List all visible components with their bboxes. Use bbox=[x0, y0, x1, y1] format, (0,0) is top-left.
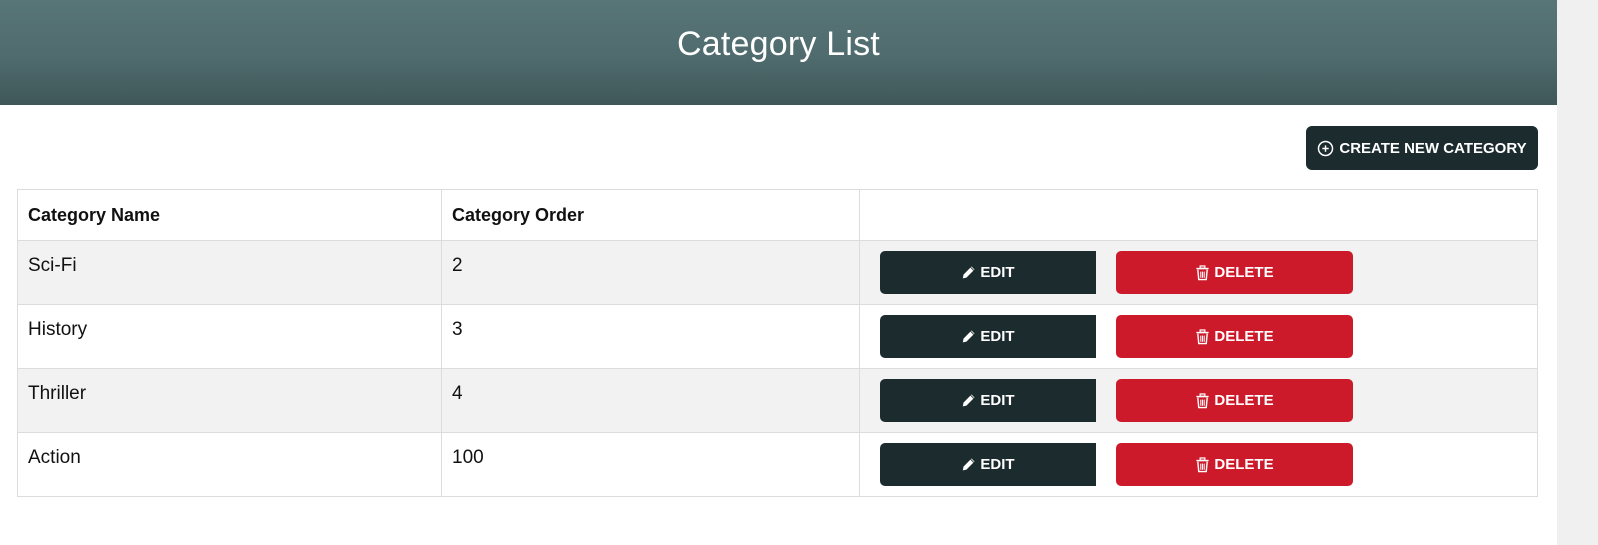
category-table: Category Name Category Order Sci-Fi 2 ED… bbox=[17, 189, 1538, 497]
delete-button-label: DELETE bbox=[1214, 392, 1274, 409]
trash-icon bbox=[1195, 328, 1210, 345]
page-title: Category List bbox=[677, 25, 880, 63]
page: Category List CREATE NEW CATEGORY Catego… bbox=[0, 0, 1557, 545]
table-row: Action 100 EDIT DELETE bbox=[17, 432, 1538, 497]
delete-button[interactable]: DELETE bbox=[1116, 251, 1353, 294]
edit-button-label: EDIT bbox=[980, 264, 1015, 281]
actions-cell: EDIT DELETE bbox=[859, 368, 1538, 433]
category-name-cell: Action bbox=[17, 432, 442, 497]
edit-button[interactable]: EDIT bbox=[880, 315, 1096, 358]
page-header: Category List bbox=[0, 0, 1557, 105]
delete-button[interactable]: DELETE bbox=[1116, 315, 1353, 358]
edit-button[interactable]: EDIT bbox=[880, 379, 1096, 422]
category-name-cell: Thriller bbox=[17, 368, 442, 433]
category-order-cell: 4 bbox=[441, 368, 860, 433]
delete-button-label: DELETE bbox=[1214, 264, 1274, 281]
column-header-category-order: Category Order bbox=[441, 189, 860, 241]
pencil-icon bbox=[961, 393, 976, 408]
create-new-category-button[interactable]: CREATE NEW CATEGORY bbox=[1306, 126, 1538, 170]
pencil-icon bbox=[961, 265, 976, 280]
pencil-icon bbox=[961, 329, 976, 344]
actions-cell: EDIT DELETE bbox=[859, 304, 1538, 369]
edit-button-label: EDIT bbox=[980, 392, 1015, 409]
trash-icon bbox=[1195, 392, 1210, 409]
edit-button-label: EDIT bbox=[980, 328, 1015, 345]
edit-button-label: EDIT bbox=[980, 456, 1015, 473]
column-header-category-name: Category Name bbox=[17, 189, 442, 241]
pencil-icon bbox=[961, 457, 976, 472]
create-new-category-label: CREATE NEW CATEGORY bbox=[1339, 139, 1527, 157]
table-header-row: Category Name Category Order bbox=[17, 189, 1538, 241]
actions-cell: EDIT DELETE bbox=[859, 432, 1538, 497]
edit-button[interactable]: EDIT bbox=[880, 443, 1096, 486]
category-order-cell: 3 bbox=[441, 304, 860, 369]
edit-button[interactable]: EDIT bbox=[880, 251, 1096, 294]
category-order-cell: 2 bbox=[441, 240, 860, 305]
column-header-actions bbox=[859, 189, 1538, 241]
table-row: History 3 EDIT DELETE bbox=[17, 304, 1538, 369]
plus-circle-icon bbox=[1317, 140, 1334, 157]
table-row: Sci-Fi 2 EDIT DELETE bbox=[17, 240, 1538, 305]
trash-icon bbox=[1195, 456, 1210, 473]
category-name-cell: History bbox=[17, 304, 442, 369]
table-row: Thriller 4 EDIT DELETE bbox=[17, 368, 1538, 433]
category-order-cell: 100 bbox=[441, 432, 860, 497]
delete-button-label: DELETE bbox=[1214, 328, 1274, 345]
category-name-cell: Sci-Fi bbox=[17, 240, 442, 305]
delete-button-label: DELETE bbox=[1214, 456, 1274, 473]
delete-button[interactable]: DELETE bbox=[1116, 443, 1353, 486]
actions-cell: EDIT DELETE bbox=[859, 240, 1538, 305]
trash-icon bbox=[1195, 264, 1210, 281]
delete-button[interactable]: DELETE bbox=[1116, 379, 1353, 422]
